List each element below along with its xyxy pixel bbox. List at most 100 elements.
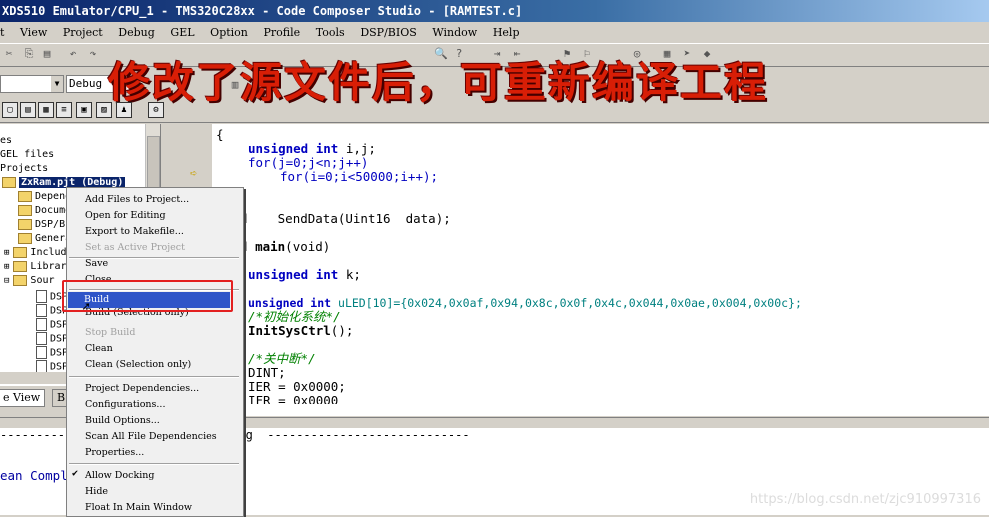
output-line: ean Compl (0, 468, 68, 483)
code-keyword: unsigned int (248, 141, 339, 156)
menu-item-properties[interactable]: Properties... (85, 445, 144, 460)
menu-help[interactable]: Help (493, 26, 520, 39)
menu-tools[interactable]: Tools (316, 26, 345, 39)
menu-profile[interactable]: Profile (264, 26, 301, 39)
folder-icon (13, 260, 28, 272)
stack-icon[interactable]: ▣ (76, 102, 92, 118)
tools-icon[interactable]: ⚙ (148, 102, 164, 118)
code-text: i,j; (338, 141, 376, 156)
code-line: IFR = 0x0000 (248, 394, 339, 404)
menu-bar: t View Project Debug GEL Option Profile … (0, 24, 989, 42)
project-icon (2, 176, 16, 188)
code-function: SendData (277, 211, 338, 226)
highlight-annotation-box (62, 280, 233, 312)
folder-icon (18, 204, 32, 216)
code-line: IER = 0x0000; (248, 379, 346, 394)
menu-item-save[interactable]: Save (85, 256, 108, 271)
menu-item-clean[interactable]: Clean (85, 341, 113, 356)
file-icon (36, 304, 47, 317)
memory-icon[interactable]: ▦ (38, 102, 54, 118)
copy-icon[interactable]: ⎘ (22, 47, 36, 61)
config-combo-value: Debug (69, 77, 103, 90)
tree-item-libraries[interactable]: ⊞ Librari (4, 260, 73, 274)
folder-open-icon (13, 274, 28, 286)
code-keyword: unsigned int (248, 296, 332, 310)
code-text: (Uint16 data); (337, 211, 451, 226)
expand-plus-icon[interactable]: ⊞ (4, 248, 9, 258)
menu-item-add-files[interactable]: Add Files to Project... (85, 192, 189, 207)
chevron-down-icon[interactable]: ▼ (51, 76, 63, 92)
code-line: { (216, 127, 224, 142)
tree-item-source[interactable]: ⊟ Sour (4, 274, 55, 288)
window-title: XDS510 Emulator/CPU_1 - TMS320C28xx - Co… (2, 4, 523, 18)
menu-file-partial[interactable]: t (0, 26, 4, 39)
code-text: (); (330, 323, 354, 338)
menu-dsp-bios[interactable]: DSP/BIOS (360, 26, 416, 39)
menu-item-scan-dependencies[interactable]: Scan All File Dependencies (85, 429, 217, 444)
window-title-bar: XDS510 Emulator/CPU_1 - TMS320C28xx - Co… (0, 0, 989, 22)
redo-icon[interactable]: ↷ (86, 47, 100, 61)
overlay-caption: 修改了源文件后，可重新编译工程 (108, 58, 769, 107)
menu-option[interactable]: Option (210, 26, 248, 39)
tree-label: Sour (30, 275, 55, 286)
tree-item-files[interactable]: es (0, 134, 12, 148)
tree-item-projects[interactable]: Projects (0, 162, 48, 176)
code-function: InitSysCtrl (248, 323, 331, 338)
graph-icon[interactable]: ▨ (96, 102, 112, 118)
code-line: for(i=0;i<50000;i++); (280, 169, 439, 184)
paste-icon[interactable]: ▤ (40, 47, 54, 61)
menu-project[interactable]: Project (63, 26, 103, 39)
code-line: unsigned int uLED[10]={0x024,0x0af,0x94,… (248, 296, 802, 310)
file-icon (36, 332, 47, 345)
profile-icon[interactable]: ♟ (116, 102, 132, 118)
expand-plus-icon[interactable]: ⊞ (4, 262, 9, 272)
program-counter-arrow-icon: ➪ (190, 166, 198, 180)
file-icon (36, 346, 47, 359)
debug-toolbar: ▢ ▤ ▦ ≡ ▣ ▨ ♟ ⚙ (0, 98, 989, 123)
menu-item-allow-docking[interactable]: Allow Docking (85, 468, 154, 483)
menu-item-set-active-project: Set as Active Project (85, 242, 185, 253)
code-text: (void) (285, 239, 331, 254)
project-context-menu: Add Files to Project... Open for Editing… (66, 187, 244, 517)
menu-view[interactable]: View (20, 26, 47, 39)
undo-icon[interactable]: ↶ (66, 47, 80, 61)
menu-item-build-options[interactable]: Build Options... (85, 413, 160, 428)
tree-item-gel-files[interactable]: GEL files (0, 148, 54, 162)
disasm-icon[interactable]: ≡ (56, 102, 72, 118)
menu-item-float-in-main-window[interactable]: Float In Main Window (85, 500, 192, 515)
code-line: DINT; (248, 365, 286, 380)
code-line: d main(void) (240, 240, 330, 254)
code-line: unsigned int k; (248, 268, 361, 282)
window-icon[interactable]: ▢ (2, 102, 18, 118)
tab-file-view[interactable]: e View (0, 389, 46, 407)
menu-window[interactable]: Window (432, 26, 477, 39)
tree-item-include[interactable]: ⊞ Include (4, 246, 73, 260)
menu-item-hide[interactable]: Hide (85, 484, 108, 499)
code-line: for(j=0;j<n;j++) (248, 155, 369, 170)
project-combo[interactable]: ▼ (0, 75, 64, 93)
menu-item-project-dependencies[interactable]: Project Dependencies... (85, 381, 199, 396)
folder-icon (13, 246, 28, 258)
code-comment: /*关中断*/ (248, 351, 316, 366)
menu-separator (69, 376, 239, 378)
menu-gel[interactable]: GEL (170, 26, 194, 39)
menu-item-configurations[interactable]: Configurations... (85, 397, 165, 412)
file-icon (36, 290, 47, 303)
folder-icon (18, 232, 32, 244)
code-function: main (255, 239, 286, 254)
cut-icon[interactable]: ✂ (2, 47, 16, 61)
folder-icon (18, 190, 32, 202)
checkmark-icon: ✔ (72, 468, 79, 479)
menu-item-open-for-editing[interactable]: Open for Editing (85, 208, 166, 223)
menu-item-export-makefile[interactable]: Export to Makefile... (85, 224, 184, 239)
collapse-minus-icon[interactable]: ⊟ (4, 276, 9, 286)
code-keyword: unsigned int (248, 267, 339, 282)
register-icon[interactable]: ▤ (20, 102, 36, 118)
code-comment: /*初始化系统*/ (248, 309, 341, 324)
watermark: https://blog.csdn.net/zjc910997316 (749, 492, 981, 507)
menu-item-clean-selection[interactable]: Clean (Selection only) (85, 357, 191, 372)
code-line: unsigned int i,j; (248, 142, 376, 156)
code-text: k; (338, 267, 361, 282)
menu-debug[interactable]: Debug (118, 26, 155, 39)
code-line: InitSysCtrl(); (248, 324, 353, 338)
